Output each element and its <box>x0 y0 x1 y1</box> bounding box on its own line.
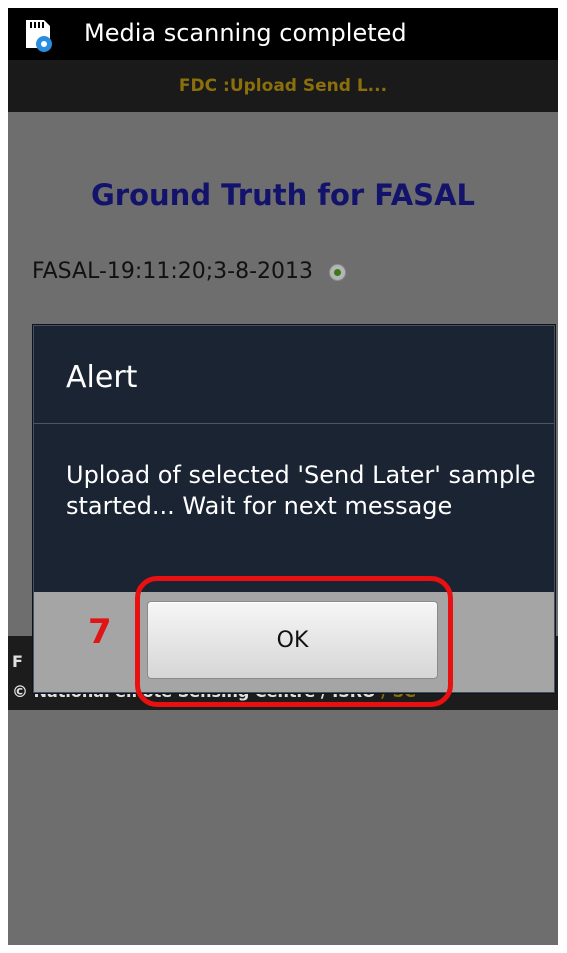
footer-line-1: F <box>12 652 23 671</box>
status-bar[interactable]: Media scanning completed <box>8 8 558 60</box>
dialog-divider <box>34 423 554 424</box>
app-title-bar: FDC :Upload Send L... <box>8 60 558 112</box>
sample-label: FASAL-19:11:20;3-8-2013 <box>32 259 313 284</box>
highlight-ring <box>135 576 453 707</box>
page-heading: Ground Truth for FASAL <box>91 178 475 212</box>
step-number: 7 <box>88 612 112 652</box>
sample-radio-button[interactable] <box>329 263 346 281</box>
notification-text: Media scanning completed <box>84 19 407 47</box>
app-title: FDC :Upload Send L... <box>178 76 388 96</box>
dialog-message: Upload of selected 'Send Later' sample s… <box>66 461 536 520</box>
sample-option[interactable]: FASAL-19:11:20;3-8-2013 <box>32 252 346 292</box>
sd-card-settings-icon <box>26 20 52 52</box>
phone-screen: Media scanning completed FDC :Upload Sen… <box>8 8 558 945</box>
dialog-title: Alert <box>66 360 138 395</box>
